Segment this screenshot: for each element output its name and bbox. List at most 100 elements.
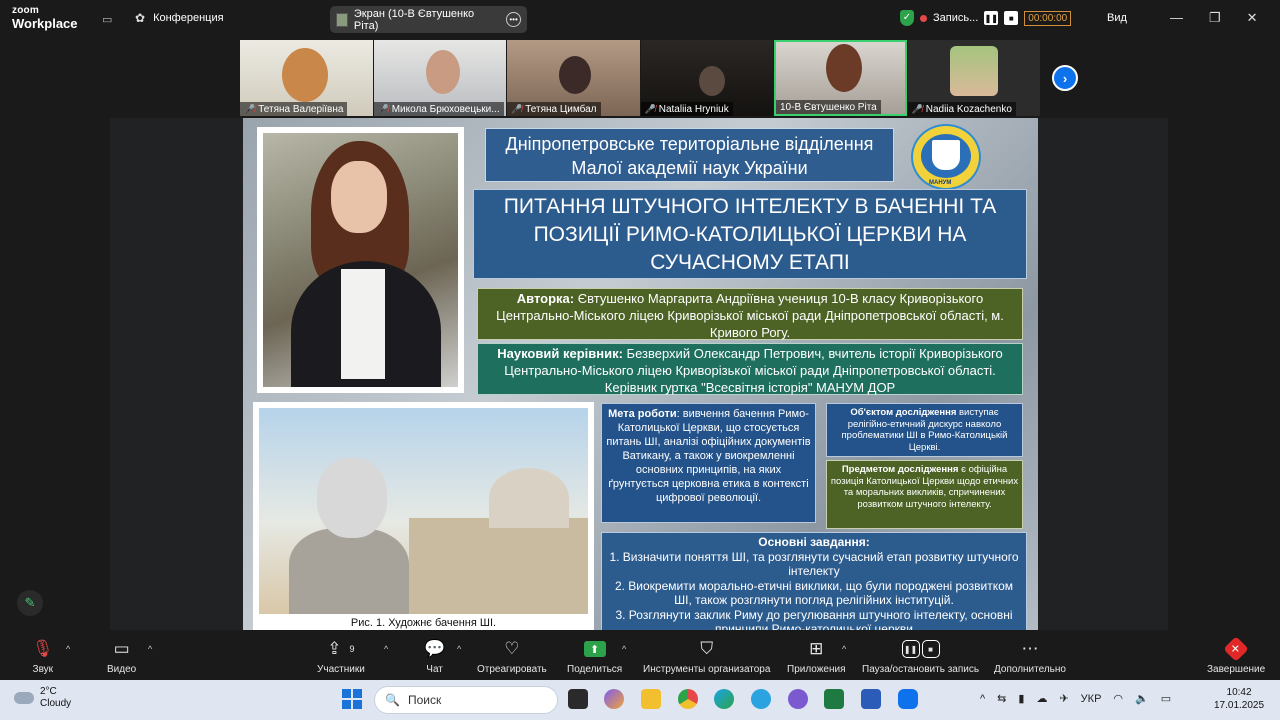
author-label: Авторка: <box>516 291 575 306</box>
host-tools-button[interactable]: ⛉ Инструменты организатора <box>643 638 770 675</box>
maximize-icon[interactable]: ❐ <box>1209 10 1221 26</box>
battery-icon[interactable]: ▭ <box>1161 692 1171 705</box>
mic-muted-icon: 🎙 <box>32 639 54 658</box>
participant-name: Nadiia Kozachenko <box>925 103 1012 115</box>
telegram-icon[interactable] <box>751 689 771 709</box>
pencil-icon: ✎ <box>24 595 36 610</box>
participant-tile[interactable]: 🎤̸ Nataliia Hryniuk <box>640 40 773 116</box>
apps-button[interactable]: ⊞ Приложения <box>787 638 846 675</box>
weather-temp: 2°C <box>40 686 57 697</box>
tray-app-icon[interactable]: ⇆ <box>997 692 1006 705</box>
participant-tile[interactable]: 🎤̸ Тетяна Валеріївна <box>240 40 373 116</box>
file-explorer-icon[interactable] <box>641 689 661 709</box>
stop-recording-icon[interactable]: ■ <box>1004 11 1019 25</box>
host-tools-label: Инструменты организатора <box>643 664 771 675</box>
audio-label: Звук <box>32 664 54 675</box>
share-label: Поделиться <box>567 664 623 675</box>
more-options-icon[interactable]: ••• <box>506 12 521 27</box>
task-view-icon[interactable] <box>568 689 588 709</box>
tray-app-icon[interactable]: ✈ <box>1059 692 1068 705</box>
ai-figure-frame: Рис. 1. Художнє бачення ШІ. <box>253 402 594 630</box>
chat-options-chevron-icon[interactable]: ^ <box>457 644 461 654</box>
system-tray: ^ ⇆ ▮ ☁ ✈ УКР ◠ 🔈 ▭ <box>980 692 1171 706</box>
next-page-button[interactable]: › <box>1052 65 1078 91</box>
apps-options-chevron-icon[interactable]: ^ <box>842 644 846 654</box>
participant-tile[interactable]: 🎤̸ Nadiia Kozachenko <box>907 40 1041 116</box>
participant-name: 10-В Євтушенко Ріта <box>780 101 877 113</box>
share-options-chevron-icon[interactable]: ^ <box>622 644 626 654</box>
search-icon: 🔍 <box>385 693 400 707</box>
taskbar-clock[interactable]: 10:42 17.01.2025 <box>1214 686 1264 712</box>
close-icon[interactable]: ✕ <box>1247 10 1258 26</box>
language-indicator[interactable]: УКР <box>1081 693 1102 705</box>
mic-muted-icon: 🎤̸ <box>911 103 923 114</box>
zoom-app-icon[interactable] <box>898 689 918 709</box>
chat-label: Чат <box>426 664 443 675</box>
participant-tile-active[interactable]: 10-В Євтушенко Ріта <box>774 40 907 116</box>
participant-name-bar: 🎤̸ Тетяна Валеріївна <box>240 102 348 116</box>
share-button[interactable]: ⬆ Поделиться <box>567 638 622 675</box>
record-dot-icon <box>920 14 927 22</box>
emblem-text: МАНУМ <box>929 180 952 186</box>
word-icon[interactable] <box>861 689 881 709</box>
tray-chevron-icon[interactable]: ^ <box>980 693 985 705</box>
video-options-chevron-icon[interactable]: ^ <box>148 644 152 654</box>
logo-line2: Workplace <box>12 16 78 31</box>
share-label: Экран (10-В Євтушенко Ріта) <box>353 7 475 32</box>
manum-emblem: МАНУМ <box>905 124 987 192</box>
meeting-toolbar: 🎙 Звук ^ ▭ Видео ^ ⇪ 9 Участники ^ 💬 Чат … <box>0 630 1280 680</box>
participant-video <box>559 56 591 94</box>
participant-tile[interactable]: 🎤̸ Микола Брюховецьки... <box>373 40 506 116</box>
end-meeting-button[interactable]: ✕ Завершение <box>1207 636 1265 675</box>
wifi-icon[interactable]: ◠ <box>1113 692 1123 705</box>
minimize-thumbnail-icon[interactable]: ▭ <box>102 13 112 26</box>
chrome-icon[interactable] <box>678 689 698 709</box>
viber-icon[interactable] <box>788 689 808 709</box>
meeting-info[interactable]: ✿ Конференция <box>135 12 224 24</box>
participants-options-chevron-icon[interactable]: ^ <box>384 644 388 654</box>
tasks-box: Основні завдання: 1. Визначити поняття Ш… <box>601 532 1027 630</box>
security-shield-icon[interactable]: ✓ <box>900 10 914 26</box>
more-button[interactable]: ⋯ Дополнительно <box>994 638 1066 675</box>
clock-date: 17.01.2025 <box>1214 700 1265 711</box>
view-button[interactable]: Вид <box>1107 12 1127 24</box>
minimize-icon[interactable]: — <box>1170 10 1183 26</box>
participant-name: Микола Брюховецьки... <box>391 103 500 115</box>
participants-button[interactable]: ⇪ 9 Участники <box>317 638 365 675</box>
onedrive-icon[interactable]: ☁ <box>1036 692 1047 705</box>
pause-recording-icon[interactable]: ❚❚ <box>984 11 999 25</box>
participant-name: Тетяна Цимбал <box>525 103 597 115</box>
edge-icon[interactable] <box>714 689 734 709</box>
timer-value: 00:00:00 <box>1028 12 1068 24</box>
chat-button[interactable]: 💬 Чат <box>424 638 445 675</box>
author-photo <box>263 133 458 387</box>
screen-share-indicator[interactable]: Экран (10-В Євтушенко Ріта) ••• <box>330 6 527 33</box>
audio-button[interactable]: 🎙 Звук <box>32 638 54 675</box>
tray-app-icon[interactable]: ▮ <box>1018 692 1024 705</box>
copilot-icon[interactable] <box>604 689 624 709</box>
task-item: 1. Визначити поняття ШІ, та розглянути с… <box>609 549 1019 579</box>
cloud-icon <box>14 692 34 704</box>
goal-box: Мета роботи: вивчення бачення Римо-Катол… <box>601 403 816 523</box>
meeting-title: Конференция <box>153 12 224 24</box>
audio-options-chevron-icon[interactable]: ^ <box>66 644 70 654</box>
annotate-pencil-button[interactable]: ✎ <box>17 590 43 616</box>
research-title-box: ПИТАННЯ ШТУЧНОГО ІНТЕЛЕКТУ В БАЧЕННІ ТА … <box>473 189 1027 279</box>
excel-icon[interactable] <box>824 689 844 709</box>
goal-text: : вивчення бачення Римо-Католицької Церк… <box>606 408 811 504</box>
video-button[interactable]: ▭ Видео <box>107 638 136 675</box>
weather-widget[interactable]: 2°C Cloudy <box>14 686 71 710</box>
pause-stop-icon: ❚❚ ■ <box>901 640 940 658</box>
participant-tile[interactable]: 🎤̸ Тетяна Цимбал <box>507 40 640 116</box>
heart-icon: ♡ <box>504 639 520 658</box>
react-button[interactable]: ♡ Отреагировать <box>477 638 547 675</box>
ai-figure-image <box>259 408 588 614</box>
task-item: 3. Розглянути заклик Риму до регулювання… <box>615 607 1013 631</box>
taskbar-search[interactable]: 🔍 Поиск <box>374 686 558 714</box>
pause-stop-recording-button[interactable]: ❚❚ ■ Пауза/остановить запись <box>862 638 979 675</box>
volume-icon[interactable]: 🔈 <box>1135 692 1149 705</box>
windows-start-icon[interactable] <box>342 689 362 709</box>
title-bar: zoom Workplace ▭ ✿ Конференция Экран (10… <box>0 0 1280 38</box>
apps-label: Приложения <box>787 664 846 675</box>
windows-taskbar: 2°C Cloudy 🔍 Поиск ^ ⇆ ▮ ☁ ✈ УКР ◠ 🔈 ▭ 1… <box>0 680 1280 720</box>
